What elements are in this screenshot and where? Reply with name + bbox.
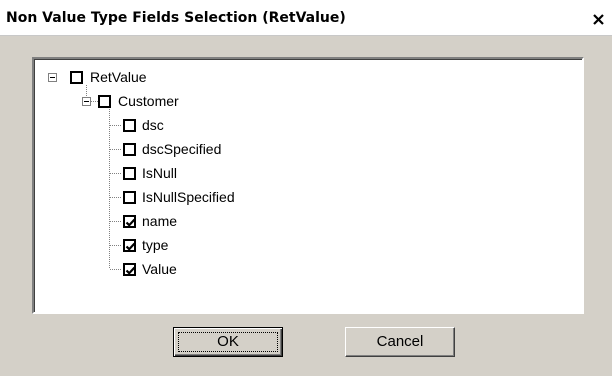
leaf-checkbox-name[interactable]: [123, 215, 136, 228]
checkmark-icon: [125, 218, 136, 227]
focus-rectangle: [178, 332, 278, 352]
customer-checkbox[interactable]: [98, 95, 111, 108]
dialog-body: RetValue Customer dsc dscSpecified IsNul…: [0, 36, 612, 376]
close-icon[interactable]: [590, 11, 608, 29]
leaf-checkbox-dsc[interactable]: [123, 119, 136, 132]
field-tree[interactable]: RetValue Customer dsc dscSpecified IsNul…: [32, 57, 584, 314]
leaf-checkbox-isnullspecified[interactable]: [123, 191, 136, 204]
tree-leaf-label[interactable]: dsc: [142, 117, 164, 133]
tree-leaf-label[interactable]: Value: [142, 261, 177, 277]
tree-leaf-label[interactable]: type: [142, 237, 168, 253]
root-collapse-icon[interactable]: [48, 73, 57, 82]
tree-leaf-label[interactable]: IsNullSpecified: [142, 189, 235, 205]
checkmark-icon: [125, 266, 136, 275]
cancel-button-label: Cancel: [376, 333, 424, 350]
leaf-checkbox-isnull[interactable]: [123, 167, 136, 180]
window-title: Non Value Type Fields Selection (RetValu…: [6, 10, 346, 26]
customer-collapse-icon[interactable]: [82, 97, 91, 106]
leaf-checkbox-type[interactable]: [123, 239, 136, 252]
tree-leaf-label[interactable]: IsNull: [142, 165, 177, 181]
dialog-window: Non Value Type Fields Selection (RetValu…: [0, 0, 612, 376]
root-node-label[interactable]: RetValue: [90, 69, 147, 85]
ok-button[interactable]: OK: [173, 327, 283, 357]
title-bar[interactable]: Non Value Type Fields Selection (RetValu…: [0, 0, 612, 36]
root-checkbox[interactable]: [70, 71, 83, 84]
tree-leaf-label[interactable]: dscSpecified: [142, 141, 221, 157]
checkmark-icon: [125, 242, 136, 251]
leaf-checkbox-value[interactable]: [123, 263, 136, 276]
customer-node-label[interactable]: Customer: [118, 93, 179, 109]
cancel-button[interactable]: Cancel: [345, 327, 455, 357]
tree-connector-lines: [86, 85, 122, 270]
tree-leaf-label[interactable]: name: [142, 213, 177, 229]
leaf-checkbox-dscspecified[interactable]: [123, 143, 136, 156]
